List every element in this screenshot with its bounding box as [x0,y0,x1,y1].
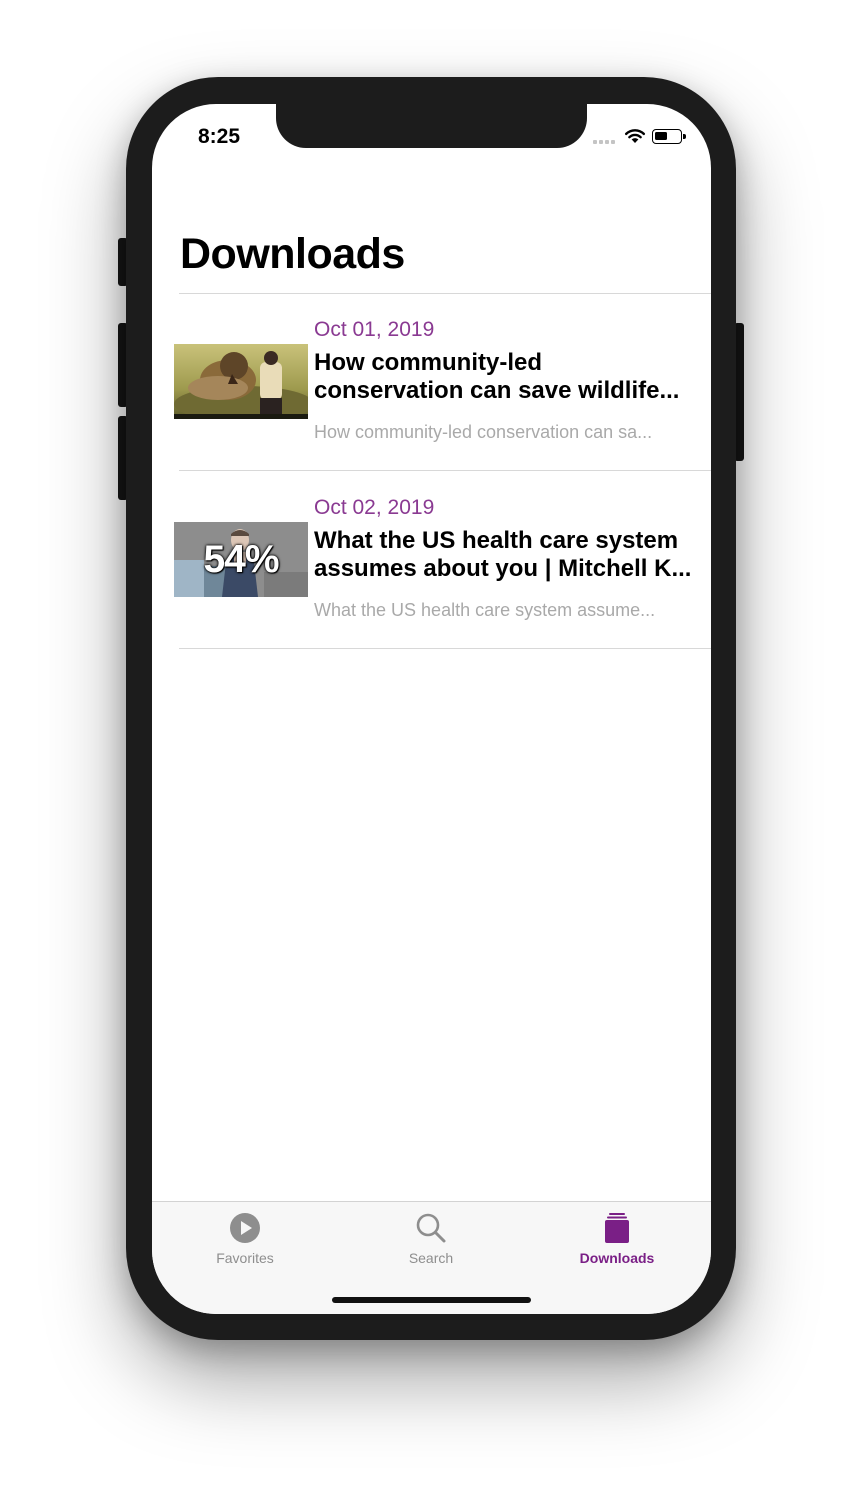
divider [179,470,711,471]
download-title-line-2: assumes about you | Mitchell K... [314,555,692,582]
notch [276,104,587,148]
app-screen: 8:25 Downloads Oct 01, 2019 How communit… [152,104,711,1314]
page-title: Downloads [180,230,405,278]
battery-tip [683,134,686,139]
battery-icon [652,129,682,144]
download-title: How community-led conservation can save … [314,349,694,405]
tab-search-label: Search [408,1250,454,1266]
tab-search[interactable]: Search [361,1212,501,1266]
tab-favorites[interactable]: Favorites [175,1212,315,1266]
divider [179,648,711,649]
download-date: Oct 02, 2019 [314,496,435,519]
tab-downloads-label: Downloads [579,1250,655,1266]
magnifier-icon [416,1213,446,1243]
download-row[interactable]: Oct 01, 2019 How community-led conservat… [152,294,711,472]
wifi-icon [625,129,645,143]
download-subtitle: How community-led conservation can sa... [314,422,653,442]
lion-thumbnail [174,344,308,419]
status-time: 8:25 [198,125,241,148]
cellular-signal-icon [593,140,615,144]
play-circle-icon [230,1213,260,1243]
tab-favorites-label: Favorites [216,1250,274,1266]
download-date: Oct 01, 2019 [314,318,435,341]
download-row[interactable]: 54% Oct 02, 2019 What the US health care… [152,472,711,650]
download-title: What the US health care system assumes a… [314,527,694,583]
speaker-thumbnail: 54% [174,522,308,597]
home-indicator[interactable] [332,1297,531,1303]
download-title-line-1: How community-led [314,349,543,376]
download-title-line-2: conservation can save wildlife... [314,377,680,404]
download-title-line-1: What the US health care system [314,527,679,554]
downloads-stack-icon [605,1213,629,1243]
download-subtitle: What the US health care system assume... [314,600,656,620]
device-mockup: 8:25 Downloads Oct 01, 2019 How communit… [0,0,862,1490]
download-progress-label: 54% [203,537,279,581]
tab-downloads[interactable]: Downloads [547,1212,687,1266]
